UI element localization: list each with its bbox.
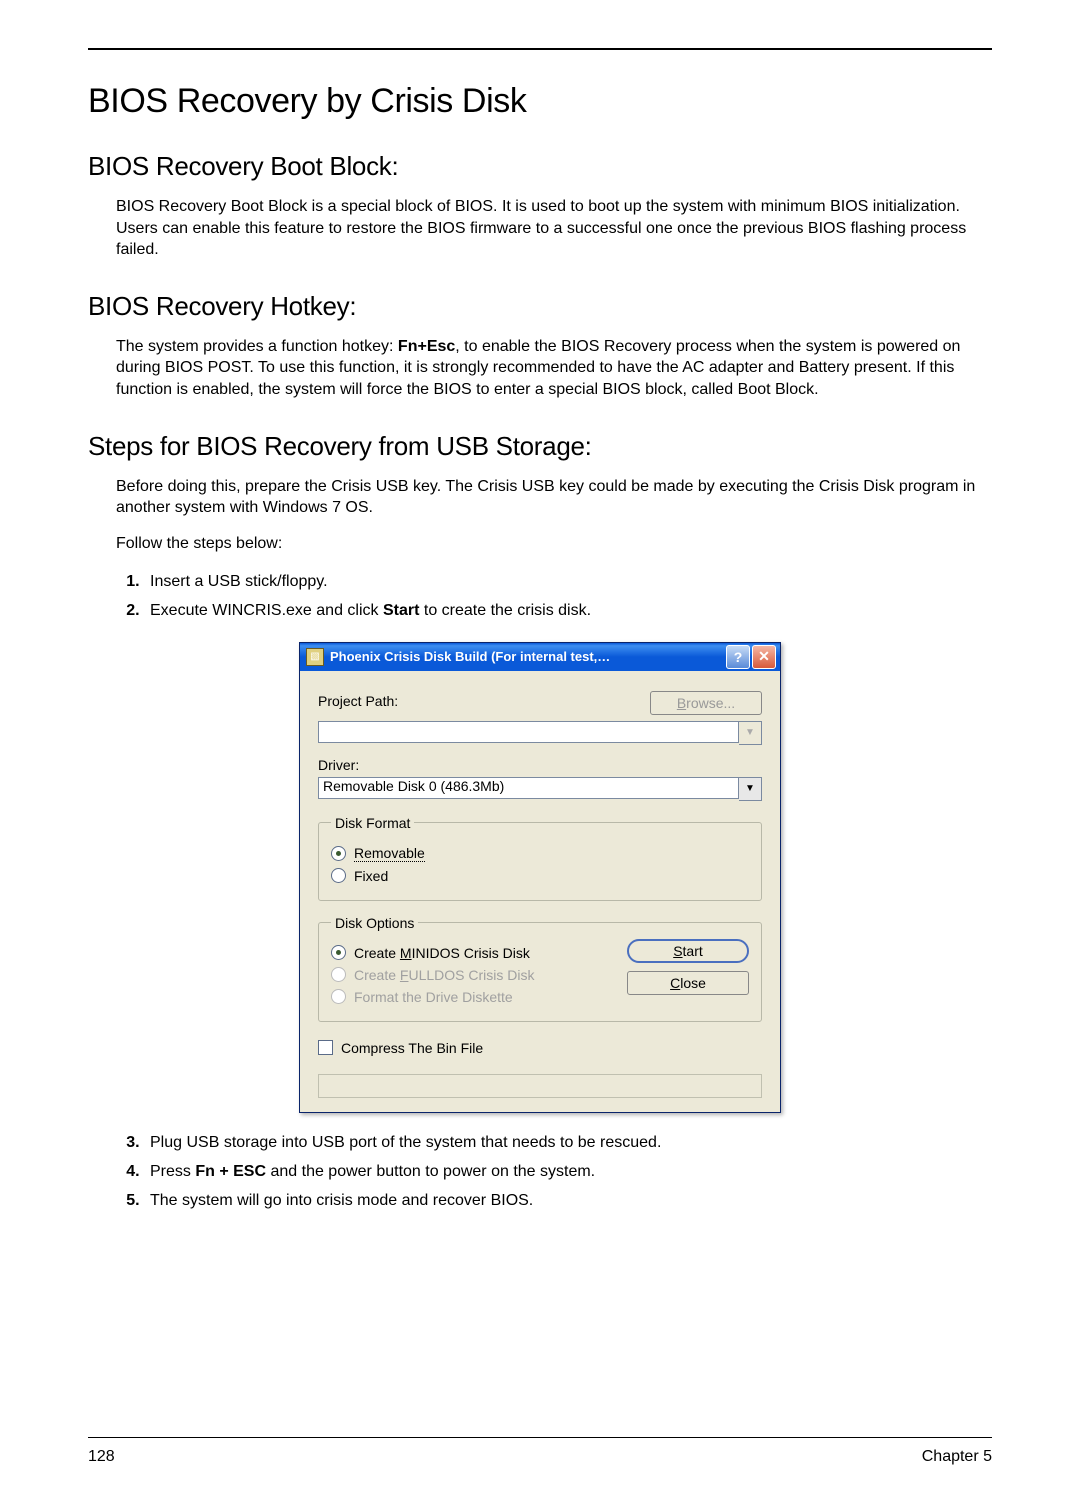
chapter-label: Chapter 5 (922, 1448, 992, 1466)
dialog-titlebar[interactable]: ▧ Phoenix Crisis Disk Build (For interna… (300, 643, 780, 671)
step-3: Plug USB storage into USB port of the sy… (144, 1129, 992, 1158)
step4-post: and the power button to power on the sys… (266, 1163, 595, 1180)
hotkey-bold: Fn+Esc (398, 338, 455, 355)
step2-bold: Start (383, 602, 419, 619)
page-footer: 128 Chapter 5 (88, 1437, 992, 1466)
close-button[interactable]: Close (627, 971, 749, 995)
dialog-title: Phoenix Crisis Disk Build (For internal … (330, 649, 724, 664)
section-hotkey-title: BIOS Recovery Hotkey: (88, 291, 992, 322)
step2-post: to create the crisis disk. (419, 602, 591, 619)
page-number: 128 (88, 1448, 115, 1466)
help-button[interactable]: ? (726, 645, 750, 669)
crisis-disk-dialog: ▧ Phoenix Crisis Disk Build (For interna… (299, 642, 781, 1113)
radio-icon (331, 868, 346, 883)
radio-format-drive[interactable]: Format the Drive Diskette (331, 989, 617, 1005)
radio-removable-label: Removable (354, 845, 425, 862)
radio-format-label: Format the Drive Diskette (354, 989, 513, 1005)
radio-fulldos-label: Create FULLDOS Crisis Disk (354, 967, 535, 983)
chevron-down-icon[interactable]: ▼ (739, 777, 762, 801)
compress-checkbox[interactable]: Compress The Bin File (318, 1040, 762, 1056)
section-hotkey-para: The system provides a function hotkey: F… (116, 336, 992, 401)
driver-label: Driver: (318, 757, 762, 773)
dialog-figure: ▧ Phoenix Crisis Disk Build (For interna… (88, 642, 992, 1113)
step-2: Execute WINCRIS.exe and click Start to c… (144, 597, 992, 626)
step-5: The system will go into crisis mode and … (144, 1187, 992, 1216)
radio-icon (331, 846, 346, 861)
disk-options-legend: Disk Options (331, 915, 418, 931)
section-boot-block-para: BIOS Recovery Boot Block is a special bl… (116, 196, 992, 261)
step-1: Insert a USB stick/floppy. (144, 568, 992, 597)
section-usb-follow: Follow the steps below: (116, 533, 992, 555)
top-rule (88, 48, 992, 50)
section-usb-title: Steps for BIOS Recovery from USB Storage… (88, 431, 992, 462)
chevron-down-icon[interactable]: ▼ (739, 721, 762, 745)
checkbox-icon (318, 1040, 333, 1055)
compress-label: Compress The Bin File (341, 1040, 483, 1056)
radio-removable[interactable]: Removable (331, 845, 749, 862)
step-4: Press Fn + ESC and the power button to p… (144, 1158, 992, 1187)
step2-pre: Execute WINCRIS.exe and click (150, 602, 383, 619)
project-path-input[interactable]: ▼ (318, 721, 762, 745)
step4-pre: Press (150, 1163, 195, 1180)
hotkey-pre: The system provides a function hotkey: (116, 338, 398, 355)
app-icon: ▧ (306, 648, 324, 666)
steps-list-2: Plug USB storage into USB port of the sy… (116, 1129, 992, 1215)
disk-options-group: Disk Options Create MINIDOS Crisis Disk (318, 915, 762, 1022)
status-bar (318, 1074, 762, 1098)
project-path-label: Project Path: (318, 693, 398, 709)
start-button[interactable]: Start (627, 939, 749, 963)
browse-button[interactable]: Browse... (650, 691, 762, 715)
radio-fixed-label: Fixed (354, 868, 388, 884)
disk-format-group: Disk Format Removable Fixed (318, 815, 762, 901)
radio-minidos-label: Create MINIDOS Crisis Disk (354, 945, 530, 961)
driver-value: Removable Disk 0 (486.3Mb) (318, 777, 739, 799)
radio-icon (331, 967, 346, 982)
step4-bold: Fn + ESC (195, 1163, 266, 1180)
driver-select[interactable]: Removable Disk 0 (486.3Mb) ▼ (318, 777, 762, 801)
close-icon[interactable]: ✕ (752, 645, 776, 669)
section-usb-intro: Before doing this, prepare the Crisis US… (116, 476, 992, 519)
radio-fixed[interactable]: Fixed (331, 868, 749, 884)
radio-fulldos[interactable]: Create FULLDOS Crisis Disk (331, 967, 617, 983)
radio-icon (331, 989, 346, 1004)
radio-icon (331, 945, 346, 960)
page-heading: BIOS Recovery by Crisis Disk (88, 82, 992, 121)
radio-minidos[interactable]: Create MINIDOS Crisis Disk (331, 945, 617, 961)
steps-list-1: Insert a USB stick/floppy. Execute WINCR… (116, 568, 992, 626)
section-boot-block-title: BIOS Recovery Boot Block: (88, 151, 992, 182)
disk-format-legend: Disk Format (331, 815, 414, 831)
